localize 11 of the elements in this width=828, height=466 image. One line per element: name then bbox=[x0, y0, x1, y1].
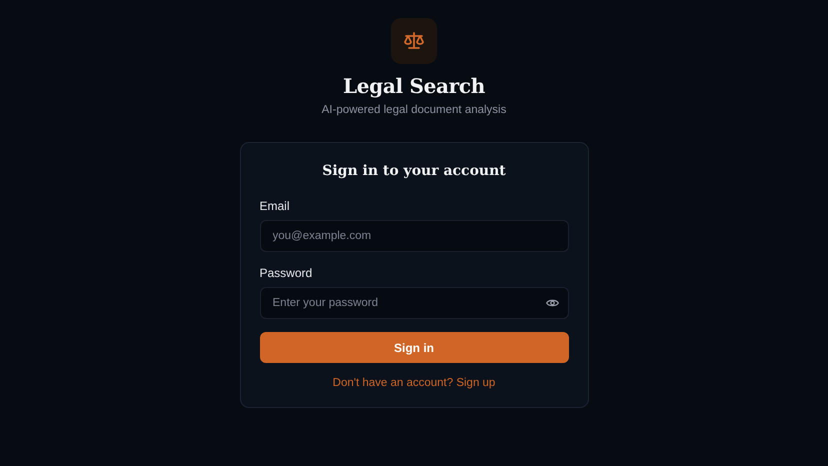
scales-icon bbox=[403, 31, 425, 51]
field-label: Password bbox=[260, 266, 314, 280]
sign-up-link[interactable]: Don't have an account? Sign up bbox=[332, 377, 496, 389]
form-heading: Sign in to your account bbox=[321, 163, 507, 179]
eye-icon[interactable] bbox=[546, 298, 558, 308]
password-field[interactable]: Enter your password bbox=[260, 287, 568, 319]
field-label: Email bbox=[260, 199, 291, 213]
email-field[interactable]: you@example.com bbox=[260, 220, 568, 252]
app-title: Legal Search bbox=[342, 74, 486, 98]
app-subtitle: AI-powered legal document analysis bbox=[322, 104, 506, 116]
sign-in-button[interactable]: Sign in bbox=[260, 332, 568, 363]
